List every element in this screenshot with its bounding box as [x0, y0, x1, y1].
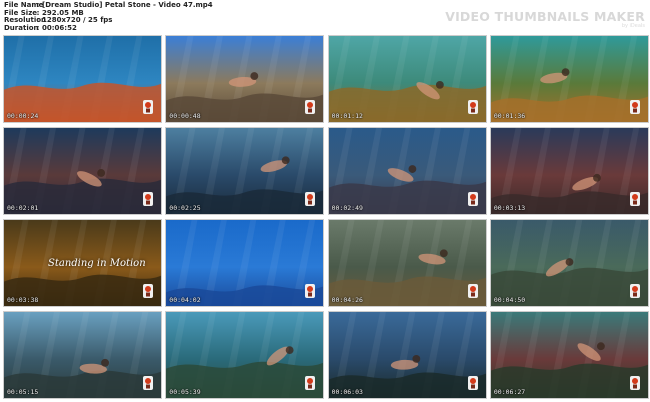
thumbnail[interactable]: 00:04:02 — [165, 219, 325, 307]
thumbnail[interactable]: 00:04:26 — [327, 219, 487, 307]
thumbnail-frame-image — [490, 220, 648, 306]
thumbnail-frame-image — [166, 36, 324, 122]
thumbnail-frame-image — [490, 128, 648, 214]
studio-logo-icon — [467, 100, 478, 114]
thumbnail-frame-image — [328, 36, 486, 122]
studio-logo-icon — [467, 284, 478, 298]
thumbnail[interactable]: 00:00:48 — [165, 35, 325, 123]
thumbnail-frame-image — [4, 312, 161, 398]
studio-logo-icon — [305, 284, 316, 298]
thumbnail[interactable]: 00:02:49 — [327, 127, 487, 215]
thumbnail-timestamp: 00:04:50 — [493, 296, 526, 304]
thumbnail-frame-image — [166, 312, 324, 398]
studio-logo-icon — [629, 284, 640, 298]
studio-logo-icon — [305, 100, 316, 114]
thumbnail-timestamp: 00:04:02 — [169, 296, 201, 304]
thumbnail-timestamp: 00:06:03 — [331, 388, 363, 396]
studio-logo-icon — [467, 192, 478, 206]
thumbnail-frame-image — [4, 36, 161, 122]
studio-logo-icon — [305, 192, 316, 206]
thumbnail-timestamp: 00:01:36 — [493, 112, 526, 120]
file-info-separator: : — [36, 23, 40, 32]
studio-logo-icon — [467, 376, 478, 390]
thumbnail-timestamp: 00:05:15 — [7, 388, 39, 396]
thumbnail[interactable]: 00:05:39 — [165, 311, 325, 399]
studio-logo-icon — [629, 192, 640, 206]
title-card-caption: Standing in Motion — [48, 258, 146, 269]
sheet-header: File Name : [Dream Studio] Petal Stone -… — [0, 0, 650, 34]
thumbnail-timestamp: 00:02:49 — [331, 204, 363, 212]
file-info-value: 00:06:52 — [42, 23, 77, 32]
thumbnail-grid: 00:00:24 00:00:48 00:01:12 00:01:36 00:02:01… — [3, 35, 649, 399]
studio-logo-icon — [143, 284, 153, 298]
thumbnail-timestamp: 00:01:12 — [331, 112, 363, 120]
thumbnail-timestamp: 00:03:13 — [493, 204, 526, 212]
thumbnail-timestamp: 00:04:26 — [331, 296, 363, 304]
thumbnail[interactable]: 00:06:03 — [327, 311, 487, 399]
thumbnail-timestamp: 00:02:01 — [7, 204, 39, 212]
thumbnail[interactable]: 00:02:25 — [165, 127, 325, 215]
thumbnail[interactable]: 00:04:50 — [489, 219, 649, 307]
thumbnail-timestamp: 00:00:24 — [7, 112, 39, 120]
thumbnail-timestamp: 00:00:48 — [169, 112, 201, 120]
watermark-title: VIDEO THUMBNAILS MAKER — [445, 9, 645, 24]
watermark: VIDEO THUMBNAILS MAKER by iDeaIs — [445, 9, 645, 29]
studio-logo-icon — [629, 376, 640, 390]
thumbnail-timestamp: 00:05:39 — [169, 388, 201, 396]
studio-logo-icon — [305, 376, 316, 390]
thumbnail-frame-image — [166, 220, 324, 306]
thumbnail[interactable]: 00:05:15 — [3, 311, 162, 399]
thumbnail-frame-image — [328, 220, 486, 306]
studio-logo-icon — [143, 192, 153, 206]
thumbnail-frame-image — [490, 312, 648, 398]
studio-logo-icon — [143, 376, 153, 390]
thumbnail[interactable]: 00:02:01 — [3, 127, 162, 215]
thumbnail[interactable]: 00:00:24 — [3, 35, 162, 123]
file-info-key: Duration — [4, 23, 39, 32]
thumbnail-frame-image — [328, 312, 486, 398]
thumbnail[interactable]: Standing in Motion 00:03:38 — [3, 219, 162, 307]
file-info-row: Duration : 00:06:52 — [4, 23, 213, 33]
thumbnail[interactable]: 00:01:36 — [489, 35, 649, 123]
thumbnail[interactable]: 00:01:12 — [327, 35, 487, 123]
thumbnail-timestamp: 00:02:25 — [169, 204, 201, 212]
file-info: File Name : [Dream Studio] Petal Stone -… — [4, 1, 213, 33]
thumbnail[interactable]: 00:06:27 — [489, 311, 649, 399]
thumbnail-frame-image — [328, 128, 486, 214]
thumbnail-frame-image — [166, 128, 324, 214]
thumbnail-timestamp: 00:03:38 — [7, 296, 39, 304]
thumbnail-timestamp: 00:06:27 — [493, 388, 526, 396]
studio-logo-icon — [143, 100, 153, 114]
thumbnail-frame-image — [490, 36, 648, 122]
studio-logo-icon — [629, 100, 640, 114]
thumbnail[interactable]: 00:03:13 — [489, 127, 649, 215]
thumbnail-frame-image — [4, 128, 161, 214]
